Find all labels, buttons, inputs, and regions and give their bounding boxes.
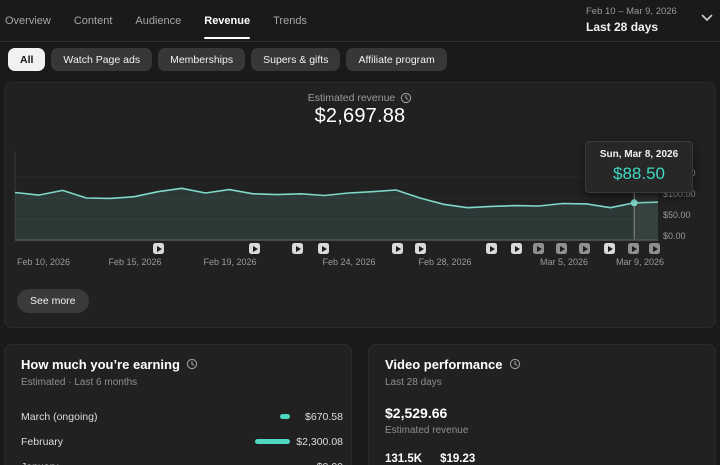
rpm-stat: $19.23 Revenue per 1K views (RPM) [440,453,572,465]
earnings-amount: $670.58 [305,410,343,423]
earnings-month-label: February [21,435,64,448]
tab-content[interactable]: Content [74,0,113,42]
tab-audience[interactable]: Audience [135,0,181,42]
earnings-month-label: March (ongoing) [21,410,98,423]
earnings-bar [280,414,290,419]
video-play-marker-icon[interactable] [153,243,164,254]
revenue-filter-chips: All Watch Page ads Memberships Supers & gif… [8,48,447,71]
earnings-bar [255,439,290,444]
chip-memberships[interactable]: Memberships [158,48,246,71]
video-play-marker-icon[interactable] [556,243,567,254]
earnings-row[interactable]: March (ongoing) $670.58 [21,404,343,429]
date-range-text: Feb 10 – Mar 9, 2026 [586,6,677,17]
tab-overview[interactable]: Overview [5,0,51,42]
video-play-marker-icon[interactable] [511,243,522,254]
date-period-label: Last 28 days [586,20,659,34]
chip-affiliate-program[interactable]: Affiliate program [346,48,447,71]
tooltip-date: Sun, Mar 8, 2026 [599,149,679,160]
video-play-marker-icon[interactable] [579,243,590,254]
info-clock-icon[interactable] [509,358,521,370]
performance-stats-row: 131.5K Views $19.23 Revenue per 1K views… [385,453,699,465]
video-play-marker-icon[interactable] [392,243,403,254]
performance-revenue-label: Estimated revenue [385,425,469,436]
x-axis-tick: Mar 5, 2026 [539,257,589,267]
video-play-marker-icon[interactable] [628,243,639,254]
x-axis-tick: Feb 19, 2026 [203,257,257,267]
earnings-month-label: January [21,461,295,465]
performance-card-title: Video performance [385,357,503,372]
performance-card-header: Video performance [385,357,699,372]
earnings-row[interactable]: February $2,300.08 [21,429,343,454]
metric-label: Estimated revenue [307,92,396,105]
chip-all[interactable]: All [8,48,46,71]
chip-supers-gifts[interactable]: Supers & gifts [251,48,341,71]
metric-header: Estimated revenue [5,92,715,104]
info-clock-icon[interactable] [400,92,412,104]
see-more-button[interactable]: See more [17,289,89,313]
earnings-row[interactable]: January$0.00 [21,454,343,465]
date-range-selector[interactable]: Feb 10 – Mar 9, 2026 Last 28 days [586,6,677,34]
earnings-amount: $0.00 [295,461,343,465]
views-value: 131.5K [385,453,423,465]
earnings-card-header: How much you’re earning [21,357,343,372]
tab-revenue[interactable]: Revenue [204,0,250,42]
x-axis-tick: Feb 15, 2026 [108,257,162,267]
tab-trends[interactable]: Trends [273,0,307,42]
x-axis-tick: Mar 9, 2026 [615,257,665,267]
earnings-card-title: How much you’re earning [21,357,180,372]
chevron-down-icon[interactable] [701,14,713,22]
performance-revenue-value: $2,529.66 [385,405,448,421]
earnings-amount: $2,300.08 [296,435,343,448]
revenue-chart-card: Estimated revenue $2,697.88 $150.00$100.… [4,82,716,328]
earnings-summary-card: How much you’re earning Estimated · Last… [4,344,352,465]
analytics-tabs: Overview Content Audience Revenue Trends [5,0,307,42]
video-play-marker-icon[interactable] [649,243,660,254]
chart-tooltip: Sun, Mar 8, 2026 $88.50 [585,141,693,193]
estimated-revenue-total: $2,697.88 [314,105,406,127]
views-stat: 131.5K Views [385,453,422,465]
rpm-value: $19.23 [440,453,476,465]
y-axis-tick: $0.00 [663,231,686,241]
video-play-marker-icon[interactable] [292,243,303,254]
x-axis-tick: Feb 28, 2026 [418,257,472,267]
y-axis-tick: $50.00 [663,210,691,220]
video-play-marker-icon[interactable] [486,243,497,254]
video-play-marker-icon[interactable] [604,243,615,254]
youtube-studio-revenue-analytics: Overview Content Audience Revenue Trends Feb… [0,0,720,465]
video-play-marker-icon[interactable] [415,243,426,254]
video-performance-card: Video performance Last 28 days $2,529.66… [368,344,716,465]
monthly-earnings-list: March (ongoing) $670.58 February $2,300.08 J… [21,404,343,465]
video-play-marker-icon[interactable] [318,243,329,254]
x-axis-tick: Feb 24, 2026 [322,257,376,267]
chip-watch-page-ads[interactable]: Watch Page ads [51,48,153,71]
performance-card-subtitle: Last 28 days [385,377,442,388]
x-axis-tick: Feb 10, 2026 [17,257,71,267]
video-play-marker-icon[interactable] [249,243,260,254]
earnings-card-subtitle: Estimated · Last 6 months [21,377,138,388]
video-play-marker-icon[interactable] [533,243,544,254]
analytics-top-nav: Overview Content Audience Revenue Trends Feb… [0,0,720,42]
tooltip-value: $88.50 [613,164,665,183]
info-clock-icon[interactable] [186,358,198,370]
